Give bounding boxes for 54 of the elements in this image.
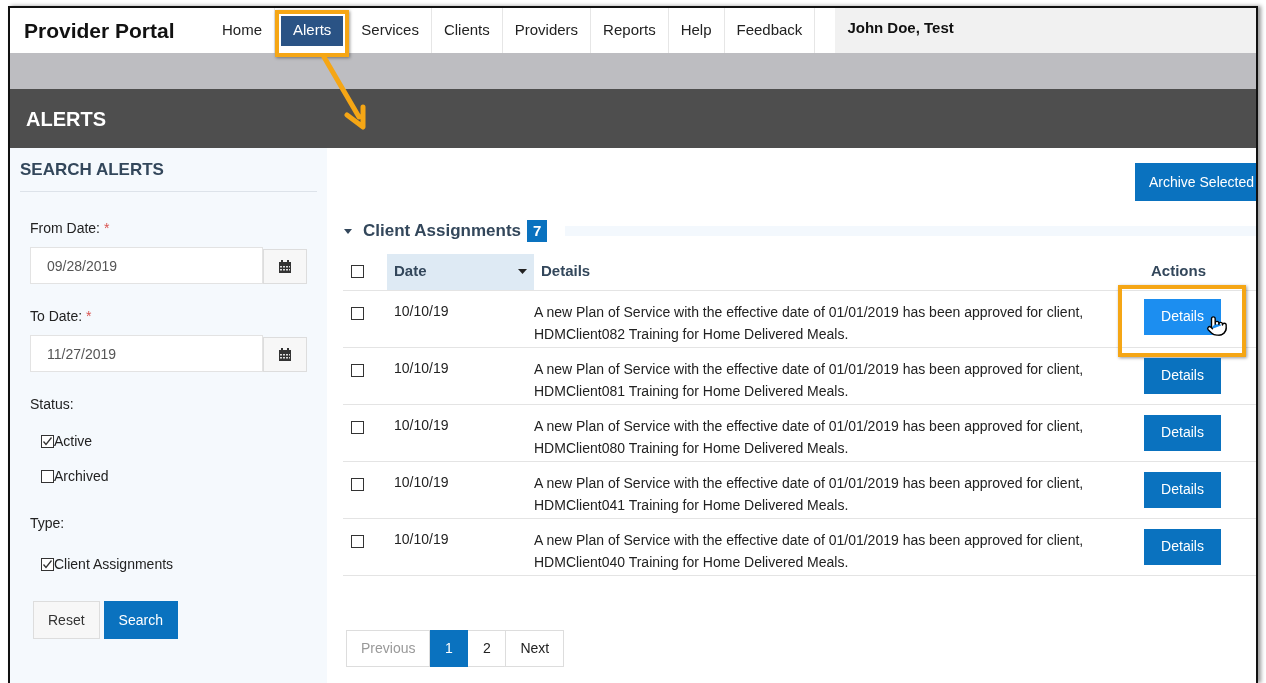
date-cell-text: 10/10/19 <box>393 301 450 321</box>
details-button[interactable]: Details <box>1144 528 1221 565</box>
date-cell-text: 10/10/19 <box>393 529 450 549</box>
hand-cursor-icon <box>1206 314 1228 337</box>
row-checkbox[interactable] <box>351 420 364 434</box>
field-label: To Date: * <box>30 307 93 326</box>
details-button[interactable]: Details <box>1144 471 1221 508</box>
row-checkbox[interactable] <box>351 306 364 320</box>
date-cell-text: 10/10/19 <box>393 358 450 378</box>
page-button[interactable]: 1 <box>430 629 469 667</box>
date-field[interactable]: 11/27/2019 <box>30 335 264 372</box>
checkbox-label: Client Assignments <box>54 555 174 574</box>
calendar-icon <box>278 347 293 362</box>
date-field[interactable]: 09/28/2019 <box>30 247 264 284</box>
reset-button[interactable]: Reset <box>33 601 100 639</box>
select-all-checkbox[interactable] <box>351 265 364 278</box>
date-cell-text: 10/10/19 <box>393 472 450 492</box>
search-button[interactable]: Search <box>103 601 178 639</box>
archive-selected-button[interactable]: Archive Selected <box>1134 163 1256 201</box>
panel-title: SEARCH ALERTS <box>20 158 164 181</box>
section-title[interactable]: Client Assignments <box>363 218 522 244</box>
next-page-button[interactable]: Next <box>506 629 565 667</box>
status-checkbox[interactable] <box>41 435 54 448</box>
nav-link[interactable]: Alerts <box>281 15 344 46</box>
details-button[interactable]: Details <box>1144 414 1221 451</box>
details-button[interactable]: Details <box>1144 357 1221 394</box>
field-label: From Date: * <box>30 219 111 238</box>
calendar-button[interactable] <box>263 249 307 284</box>
details-cell-text: A new Plan of Service with the effective date of 01/01/2019 has been approved for client, HDMClient082 Training for Home Delivered Meals. <box>534 302 1085 344</box>
field-label: Type: <box>30 514 66 533</box>
field-label: Status: <box>30 395 75 414</box>
date-cell-text: 10/10/19 <box>393 415 450 435</box>
checkbox-label: Active <box>54 432 93 451</box>
column-header: Actions <box>1150 261 1207 282</box>
column-header[interactable]: Date <box>387 253 534 290</box>
status-checkbox[interactable] <box>41 470 54 483</box>
column-header: Details <box>540 261 592 282</box>
page-button[interactable]: 2 <box>468 629 507 667</box>
details-cell-text: A new Plan of Service with the effective date of 01/01/2019 has been approved for client, HDMClient081 Training for Home Delivered Meals. <box>534 359 1085 401</box>
brand-title[interactable]: Provider Portal <box>10 8 210 53</box>
row-checkbox[interactable] <box>351 534 364 548</box>
count-badge: 7 <box>527 219 548 242</box>
checkbox-label: Archived <box>54 467 109 486</box>
row-checkbox[interactable] <box>351 363 364 377</box>
details-cell-text: A new Plan of Service with the effective date of 01/01/2019 has been approved for client, HDMClient041 Training for Home Delivered Meals. <box>534 473 1085 515</box>
details-cell-text: A new Plan of Service with the effective date of 01/01/2019 has been approved for client, HDMClient080 Training for Home Delivered Meals. <box>534 416 1085 458</box>
type-checkbox[interactable] <box>41 558 54 571</box>
calendar-button[interactable] <box>263 337 307 372</box>
user-name[interactable]: John Doe, Test <box>847 16 954 40</box>
row-checkbox[interactable] <box>351 477 364 491</box>
sort-caret-icon <box>518 268 527 275</box>
details-cell-text: A new Plan of Service with the effective date of 01/01/2019 has been approved for client, HDMClient040 Training for Home Delivered Meals. <box>534 530 1085 572</box>
calendar-icon <box>278 259 293 274</box>
page-title: ALERTS <box>26 106 106 132</box>
